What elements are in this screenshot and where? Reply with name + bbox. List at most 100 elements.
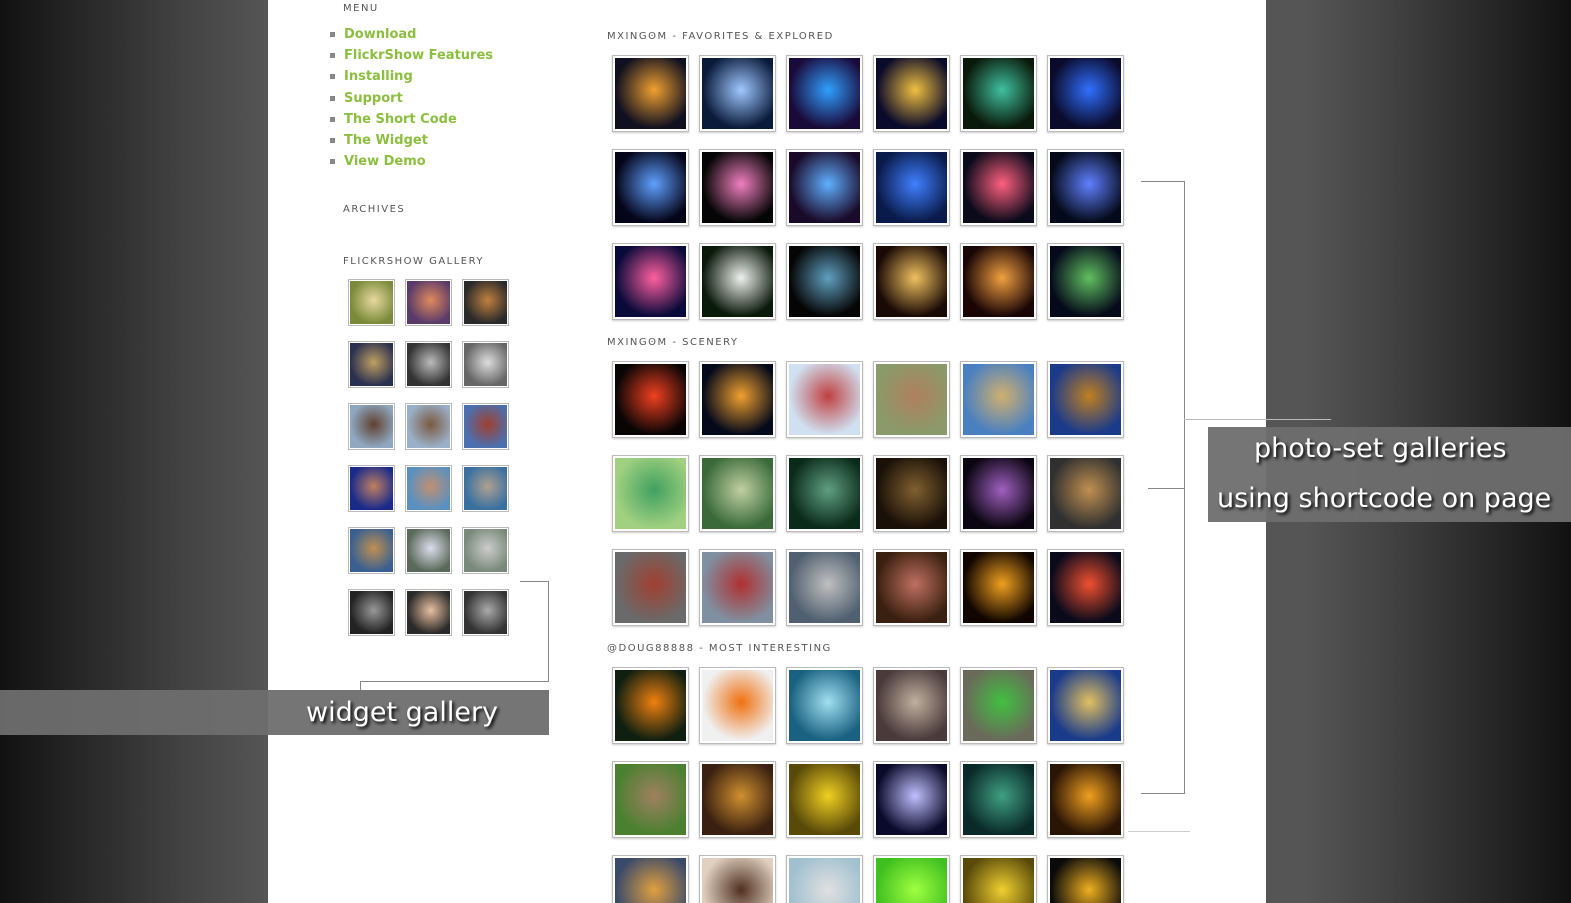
widget-thumbnail[interactable] — [348, 465, 395, 512]
photo-image — [789, 458, 860, 529]
gallery-thumbnail[interactable] — [873, 55, 950, 132]
bullet-icon — [330, 32, 335, 38]
gallery-thumbnail[interactable] — [873, 361, 950, 438]
photo-image — [615, 552, 686, 623]
gallery-thumbnail[interactable] — [873, 855, 950, 903]
menu-item-support: Support — [330, 88, 493, 109]
widget-thumbnail[interactable] — [405, 279, 452, 326]
gallery-thumbnail[interactable] — [1047, 361, 1124, 438]
photo-image — [615, 364, 686, 435]
gallery-thumbnail[interactable] — [786, 243, 863, 320]
widget-thumbnail[interactable] — [405, 527, 452, 574]
widget-thumbnail[interactable] — [405, 589, 452, 636]
gallery-thumbnail[interactable] — [1047, 455, 1124, 532]
widget-thumbnail[interactable] — [462, 341, 509, 388]
gallery-thumbnail[interactable] — [873, 761, 950, 838]
widget-thumbnail[interactable] — [348, 341, 395, 388]
gallery-thumbnail[interactable] — [612, 761, 689, 838]
gallery-thumbnail[interactable] — [786, 549, 863, 626]
gallery-thumbnail[interactable] — [960, 667, 1037, 744]
gallery-thumbnail[interactable] — [960, 243, 1037, 320]
gallery-grid-scenery — [612, 361, 1124, 626]
gallery-thumbnail[interactable] — [699, 361, 776, 438]
gallery-thumbnail[interactable] — [1047, 55, 1124, 132]
menu-link[interactable]: Download — [344, 27, 416, 42]
gallery-thumbnail[interactable] — [612, 667, 689, 744]
gallery-thumbnail[interactable] — [960, 761, 1037, 838]
photo-image — [963, 764, 1034, 835]
gallery-thumbnail[interactable] — [612, 55, 689, 132]
gallery-thumbnail[interactable] — [699, 243, 776, 320]
menu-link[interactable]: Installing — [344, 69, 413, 84]
gallery-thumbnail[interactable] — [786, 361, 863, 438]
widget-thumbnail[interactable] — [405, 403, 452, 450]
gallery-thumbnail[interactable] — [960, 361, 1037, 438]
gallery-thumbnail[interactable] — [612, 361, 689, 438]
gallery-thumbnail[interactable] — [873, 549, 950, 626]
gallery-thumbnail[interactable] — [612, 549, 689, 626]
menu-link[interactable]: The Short Code — [344, 112, 457, 127]
gallery-thumbnail[interactable] — [612, 149, 689, 226]
photo-image — [876, 764, 947, 835]
gallery-thumbnail[interactable] — [960, 55, 1037, 132]
gallery-thumbnail[interactable] — [1047, 149, 1124, 226]
gallery-thumbnail[interactable] — [612, 243, 689, 320]
photo-image — [963, 858, 1034, 903]
menu-link[interactable]: The Widget — [344, 133, 428, 148]
gallery-thumbnail[interactable] — [612, 855, 689, 903]
photo-image — [1050, 246, 1121, 317]
photo-image — [464, 467, 507, 510]
menu-link[interactable]: Support — [344, 91, 403, 106]
widget-thumbnail[interactable] — [462, 279, 509, 326]
gallery-thumbnail[interactable] — [873, 455, 950, 532]
menu-link[interactable]: FlickrShow Features — [344, 48, 493, 63]
gallery-thumbnail[interactable] — [786, 761, 863, 838]
gallery-thumbnail[interactable] — [1047, 667, 1124, 744]
menu-link[interactable]: View Demo — [344, 154, 426, 169]
photo-image — [702, 552, 773, 623]
widget-thumbnail[interactable] — [405, 465, 452, 512]
gallery-thumbnail[interactable] — [960, 149, 1037, 226]
widget-thumbnail[interactable] — [348, 589, 395, 636]
gallery-thumbnail[interactable] — [699, 55, 776, 132]
gallery-thumbnail[interactable] — [960, 855, 1037, 903]
gallery-thumbnail[interactable] — [786, 667, 863, 744]
widget-thumbnail[interactable] — [462, 589, 509, 636]
widget-thumbnail[interactable] — [462, 527, 509, 574]
widget-thumbnail[interactable] — [462, 403, 509, 450]
photo-image — [963, 670, 1034, 741]
gallery-thumbnail[interactable] — [960, 455, 1037, 532]
gallery-thumbnail[interactable] — [786, 149, 863, 226]
gallery-thumbnail[interactable] — [699, 667, 776, 744]
gallery-thumbnail[interactable] — [699, 855, 776, 903]
gallery-thumbnail[interactable] — [699, 761, 776, 838]
widget-thumbnail[interactable] — [348, 403, 395, 450]
gallery-thumbnail[interactable] — [960, 549, 1037, 626]
gallery-thumbnail[interactable] — [873, 149, 950, 226]
gallery-thumbnail[interactable] — [786, 455, 863, 532]
gallery-thumbnail[interactable] — [612, 455, 689, 532]
photo-image — [702, 364, 773, 435]
widget-thumbnail[interactable] — [462, 465, 509, 512]
widget-thumbnail[interactable] — [405, 341, 452, 388]
photo-image — [407, 405, 450, 448]
gallery-thumbnail[interactable] — [786, 855, 863, 903]
photo-image — [1050, 670, 1121, 741]
gallery-thumbnail[interactable] — [1047, 761, 1124, 838]
section-heading-favorites: MXINGꙨM - FAVORITES & EXPLORED — [607, 31, 834, 42]
widget-thumbnail[interactable] — [348, 279, 395, 326]
gallery-thumbnail[interactable] — [699, 149, 776, 226]
gallery-thumbnail[interactable] — [1047, 855, 1124, 903]
widget-thumbnail[interactable] — [348, 527, 395, 574]
gallery-thumbnail[interactable] — [873, 667, 950, 744]
connector-line — [520, 581, 549, 582]
gallery-thumbnail[interactable] — [786, 55, 863, 132]
photo-image — [407, 591, 450, 634]
gallery-thumbnail[interactable] — [1047, 549, 1124, 626]
gallery-thumbnail[interactable] — [873, 243, 950, 320]
photo-image — [963, 58, 1034, 129]
photo-image — [702, 858, 773, 903]
gallery-thumbnail[interactable] — [699, 549, 776, 626]
gallery-thumbnail[interactable] — [699, 455, 776, 532]
gallery-thumbnail[interactable] — [1047, 243, 1124, 320]
